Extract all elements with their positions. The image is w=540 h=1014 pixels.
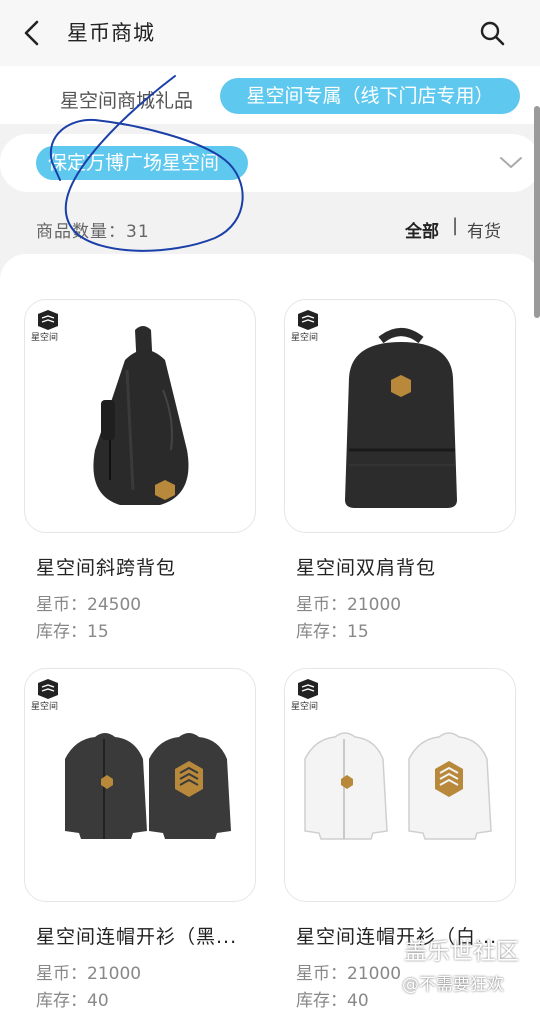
- tab-mall-gifts[interactable]: 星空间商城礼品: [60, 86, 193, 113]
- product-price: 星币：21000: [296, 595, 402, 615]
- brand-logo-text: 星空间: [31, 702, 59, 712]
- product-price: 星币：21000: [296, 964, 402, 984]
- watermark-community: 盖乐世社区: [404, 939, 519, 965]
- search-icon[interactable]: [478, 19, 506, 47]
- product-stock: 库存：15: [296, 622, 369, 642]
- chevron-down-icon[interactable]: [498, 152, 524, 174]
- product-card[interactable]: 星空间: [284, 299, 516, 533]
- product-name[interactable]: 星空间连帽开衫（黑...: [36, 922, 251, 949]
- filter-in-stock[interactable]: 有货: [467, 217, 501, 242]
- selected-store[interactable]: 保定万博广场星空间: [36, 146, 248, 180]
- watermark-user: @不需要狂欢: [402, 975, 504, 995]
- product-stock: 库存：40: [36, 991, 109, 1011]
- tab-exclusive-offline[interactable]: 星空间专属（线下门店专用）: [220, 78, 520, 114]
- product-count: 商品数量：31: [36, 222, 150, 242]
- app-header: 星币商城: [0, 0, 540, 66]
- product-grid: 星空间 星空间斜跨背包 星币：24500 库存：15 星空间 星空间双肩背包 星…: [0, 254, 540, 1014]
- product-price: 星币：21000: [36, 964, 142, 984]
- back-arrow-icon[interactable]: [18, 18, 48, 48]
- product-card[interactable]: 星空间: [24, 299, 256, 533]
- product-name[interactable]: 星空间双肩背包: [296, 553, 511, 580]
- brand-logo-text: 星空间: [291, 333, 319, 343]
- filter-separator: |: [452, 215, 459, 236]
- product-stock: 库存：40: [296, 991, 369, 1011]
- product-stock: 库存：15: [36, 622, 109, 642]
- brand-logo-text: 星空间: [291, 702, 319, 712]
- product-name[interactable]: 星空间斜跨背包: [36, 553, 251, 580]
- filter-all[interactable]: 全部: [405, 217, 439, 242]
- product-price: 星币：24500: [36, 595, 142, 615]
- product-card[interactable]: 星空间: [284, 668, 516, 902]
- category-tabs: 星空间商城礼品 星空间专属（线下门店专用）: [0, 66, 540, 124]
- brand-logo-text: 星空间: [31, 333, 59, 343]
- store-selector[interactable]: 保定万博广场星空间: [0, 134, 540, 192]
- page-title: 星币商城: [67, 21, 155, 45]
- product-card[interactable]: 星空间: [24, 668, 256, 902]
- scrollbar[interactable]: [534, 106, 540, 318]
